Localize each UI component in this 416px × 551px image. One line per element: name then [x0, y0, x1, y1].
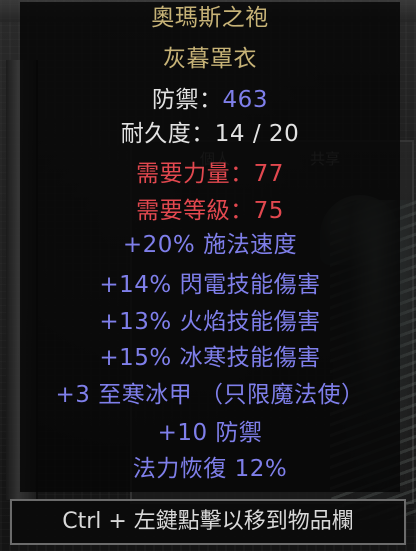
item-defense: 防禦：463 — [20, 85, 400, 115]
item-mod: +3 至寒冰甲 （只限魔法使） — [55, 382, 365, 408]
item-mod: +13% 火焰技能傷害 — [99, 309, 321, 335]
item-mod: 法力恢復 12% — [132, 456, 288, 482]
item-mod: +15% 冰寒技能傷害 — [99, 345, 321, 371]
durability-value: 14 / 20 — [214, 121, 300, 147]
defense-label: 防禦： — [152, 87, 223, 113]
item-mod: +14% 閃電技能傷害 — [99, 272, 321, 298]
item-durability: 耐久度：14 / 20 — [20, 119, 400, 149]
durability-label: 耐久度： — [120, 121, 215, 147]
ctrl-click-hint: Ctrl + 左鍵點擊以移到物品欄 — [10, 499, 406, 545]
item-req-strength: 需要力量：77 — [136, 161, 284, 187]
defense-value: 463 — [222, 87, 268, 113]
item-mod: +10 防禦 — [157, 420, 263, 446]
item-req-level: 需要等級：75 — [136, 198, 284, 224]
item-mod: +20% 施法速度 — [122, 232, 298, 258]
item-base-type: 灰暮罩衣 — [163, 46, 257, 72]
item-unique-name: 奧瑪斯之袍 — [151, 5, 269, 31]
